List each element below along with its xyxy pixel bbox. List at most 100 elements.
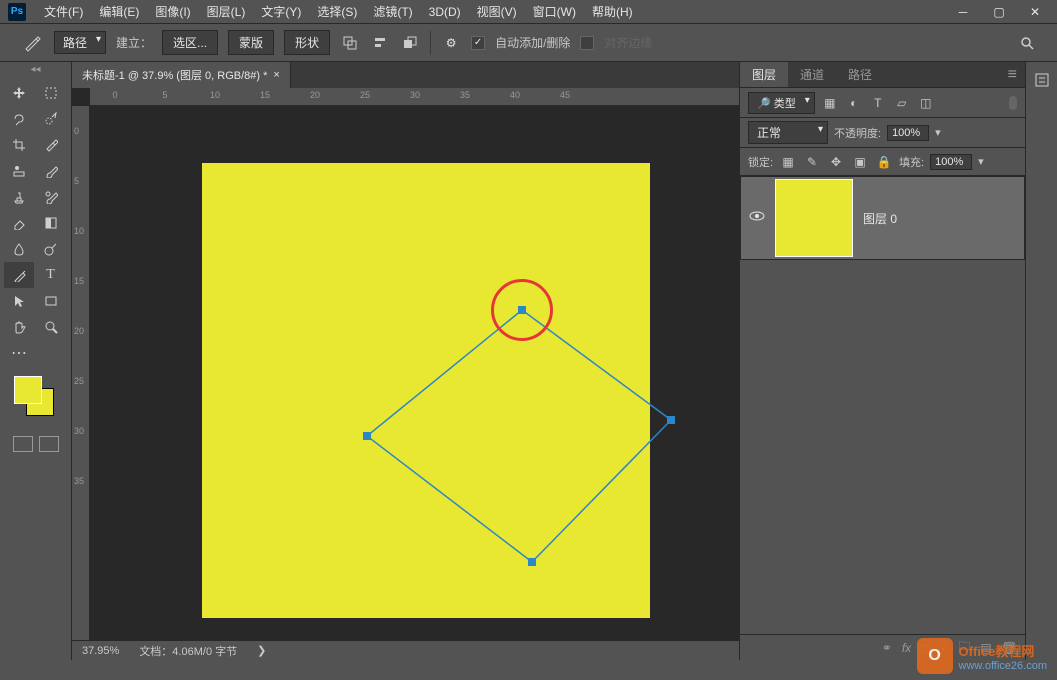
menu-view[interactable]: 视图(V) <box>469 3 525 20</box>
lasso-tool-icon[interactable] <box>4 106 34 132</box>
layer-filter-type-dropdown[interactable]: 🔎 类型 <box>748 92 815 114</box>
document-tabs: 未标题-1 @ 37.9% (图层 0, RGB/8#) * × <box>72 62 739 88</box>
quick-mask-icon[interactable] <box>13 436 33 452</box>
tab-channels[interactable]: 通道 <box>788 62 836 87</box>
dock-properties-icon[interactable] <box>1030 68 1054 92</box>
brush-tool-icon[interactable] <box>36 158 66 184</box>
status-chevron-icon[interactable]: ❯ <box>257 644 266 657</box>
gradient-tool-icon[interactable] <box>36 210 66 236</box>
filter-adjustment-icon[interactable]: ◐ <box>845 94 863 112</box>
align-edges-checkbox[interactable] <box>580 36 594 50</box>
opacity-input[interactable]: 100% <box>887 125 929 141</box>
filter-pixel-icon[interactable]: ▦ <box>821 94 839 112</box>
anchor-point-bottom[interactable] <box>528 558 536 566</box>
history-brush-tool-icon[interactable] <box>36 184 66 210</box>
anchor-point-right[interactable] <box>667 416 675 424</box>
type-tool-icon[interactable]: T <box>36 262 66 288</box>
menu-help[interactable]: 帮助(H) <box>584 3 641 20</box>
layer-visibility-icon[interactable] <box>749 209 765 227</box>
lock-all-icon[interactable]: 🔒 <box>875 153 893 171</box>
blend-mode-dropdown[interactable]: 正常 <box>748 121 828 144</box>
new-layer-icon[interactable]: ▤ <box>980 641 991 655</box>
menu-filter[interactable]: 滤镜(T) <box>365 3 420 20</box>
path-selection-tool-icon[interactable] <box>4 288 34 314</box>
canvas[interactable] <box>202 163 650 618</box>
clone-stamp-tool-icon[interactable] <box>4 184 34 210</box>
move-tool-icon[interactable] <box>4 80 34 106</box>
menu-window[interactable]: 窗口(W) <box>525 3 584 20</box>
edit-toolbar-icon[interactable]: ⋯ <box>4 340 34 366</box>
blur-tool-icon[interactable] <box>4 236 34 262</box>
window-restore-icon[interactable]: ▢ <box>985 3 1013 21</box>
window-close-icon[interactable]: ✕ <box>1021 3 1049 21</box>
search-icon[interactable] <box>1017 33 1037 53</box>
layer-filter-row: 🔎 类型 ▦ ◐ T ▱ ◫ <box>740 88 1025 118</box>
layer-style-icon[interactable]: fx <box>902 641 911 655</box>
tool-collapse-icon[interactable]: ◂◂ <box>0 62 71 76</box>
eyedropper-tool-icon[interactable] <box>36 132 66 158</box>
path-arrangement-icon[interactable] <box>400 33 420 53</box>
menu-type[interactable]: 文字(Y) <box>253 3 309 20</box>
layer-row[interactable]: 图层 0 <box>740 176 1025 260</box>
filter-type-icon[interactable]: T <box>869 94 887 112</box>
menu-3d[interactable]: 3D(D) <box>421 5 469 19</box>
make-mask-button[interactable]: 蒙版 <box>228 30 274 55</box>
window-minimize-icon[interactable]: ─ <box>949 3 977 21</box>
zoom-tool-icon[interactable] <box>36 314 66 340</box>
make-selection-button[interactable]: 选区... <box>162 30 218 55</box>
path-operations-icon[interactable] <box>340 33 360 53</box>
tool-mode-dropdown[interactable]: 路径 <box>54 31 106 54</box>
pen-tool-preset-icon[interactable] <box>20 31 44 55</box>
hand-tool-icon[interactable] <box>4 314 34 340</box>
menu-edit[interactable]: 编辑(E) <box>91 3 147 20</box>
make-shape-button[interactable]: 形状 <box>284 30 330 55</box>
auto-add-delete-checkbox[interactable] <box>471 36 485 50</box>
opacity-chevron-icon[interactable]: ▾ <box>935 126 941 139</box>
document-tab[interactable]: 未标题-1 @ 37.9% (图层 0, RGB/8#) * × <box>72 62 291 88</box>
path-alignment-icon[interactable] <box>370 33 390 53</box>
tab-layers[interactable]: 图层 <box>740 62 788 87</box>
filter-smart-icon[interactable]: ◫ <box>917 94 935 112</box>
menu-file[interactable]: 文件(F) <box>36 3 91 20</box>
screen-mode-icon[interactable] <box>39 436 59 452</box>
layer-group-icon[interactable]: 🗀 <box>958 637 970 658</box>
anchor-point-left[interactable] <box>363 432 371 440</box>
link-layers-icon[interactable]: ⚭ <box>882 641 892 655</box>
tab-paths[interactable]: 路径 <box>836 62 884 87</box>
horizontal-ruler[interactable]: 051015202530354045 <box>90 88 739 106</box>
menu-image[interactable]: 图像(I) <box>147 3 198 20</box>
layer-thumbnail[interactable] <box>775 179 853 257</box>
fill-input[interactable]: 100% <box>930 154 972 170</box>
lock-position-icon[interactable]: ✥ <box>827 153 845 171</box>
layer-mask-icon[interactable]: ◻ <box>921 641 931 655</box>
lock-pixels-icon[interactable]: ✎ <box>803 153 821 171</box>
marquee-tool-icon[interactable] <box>36 80 66 106</box>
path-diamond-shape[interactable] <box>362 307 682 587</box>
menu-select[interactable]: 选择(S) <box>309 3 365 20</box>
gear-icon[interactable]: ⚙ <box>441 33 461 53</box>
canvas-area[interactable] <box>90 106 739 640</box>
filter-toggle[interactable] <box>1009 96 1017 110</box>
delete-layer-icon[interactable]: 🗑 <box>1002 641 1017 655</box>
vertical-ruler[interactable]: 05101520253035 <box>72 106 90 640</box>
adjustment-layer-icon[interactable]: ◐ <box>941 641 948 655</box>
document-info[interactable]: 文档：4.06M/0 字节 <box>139 643 237 659</box>
quick-select-tool-icon[interactable] <box>36 106 66 132</box>
lock-transparency-icon[interactable]: ▦ <box>779 153 797 171</box>
foreground-color-swatch[interactable] <box>14 376 42 404</box>
zoom-level[interactable]: 37.95% <box>82 645 119 657</box>
fill-chevron-icon[interactable]: ▾ <box>978 155 984 168</box>
close-icon[interactable]: × <box>273 69 279 81</box>
pen-tool-icon[interactable] <box>4 262 34 288</box>
panel-menu-icon[interactable]: ≡ <box>1000 62 1025 87</box>
healing-brush-tool-icon[interactable] <box>4 158 34 184</box>
eraser-tool-icon[interactable] <box>4 210 34 236</box>
layer-name[interactable]: 图层 0 <box>863 210 897 227</box>
lock-artboard-icon[interactable]: ▣ <box>851 153 869 171</box>
filter-shape-icon[interactable]: ▱ <box>893 94 911 112</box>
dodge-tool-icon[interactable] <box>36 236 66 262</box>
color-swatches[interactable] <box>0 370 71 430</box>
crop-tool-icon[interactable] <box>4 132 34 158</box>
rectangle-tool-icon[interactable] <box>36 288 66 314</box>
menu-layer[interactable]: 图层(L) <box>199 3 254 20</box>
